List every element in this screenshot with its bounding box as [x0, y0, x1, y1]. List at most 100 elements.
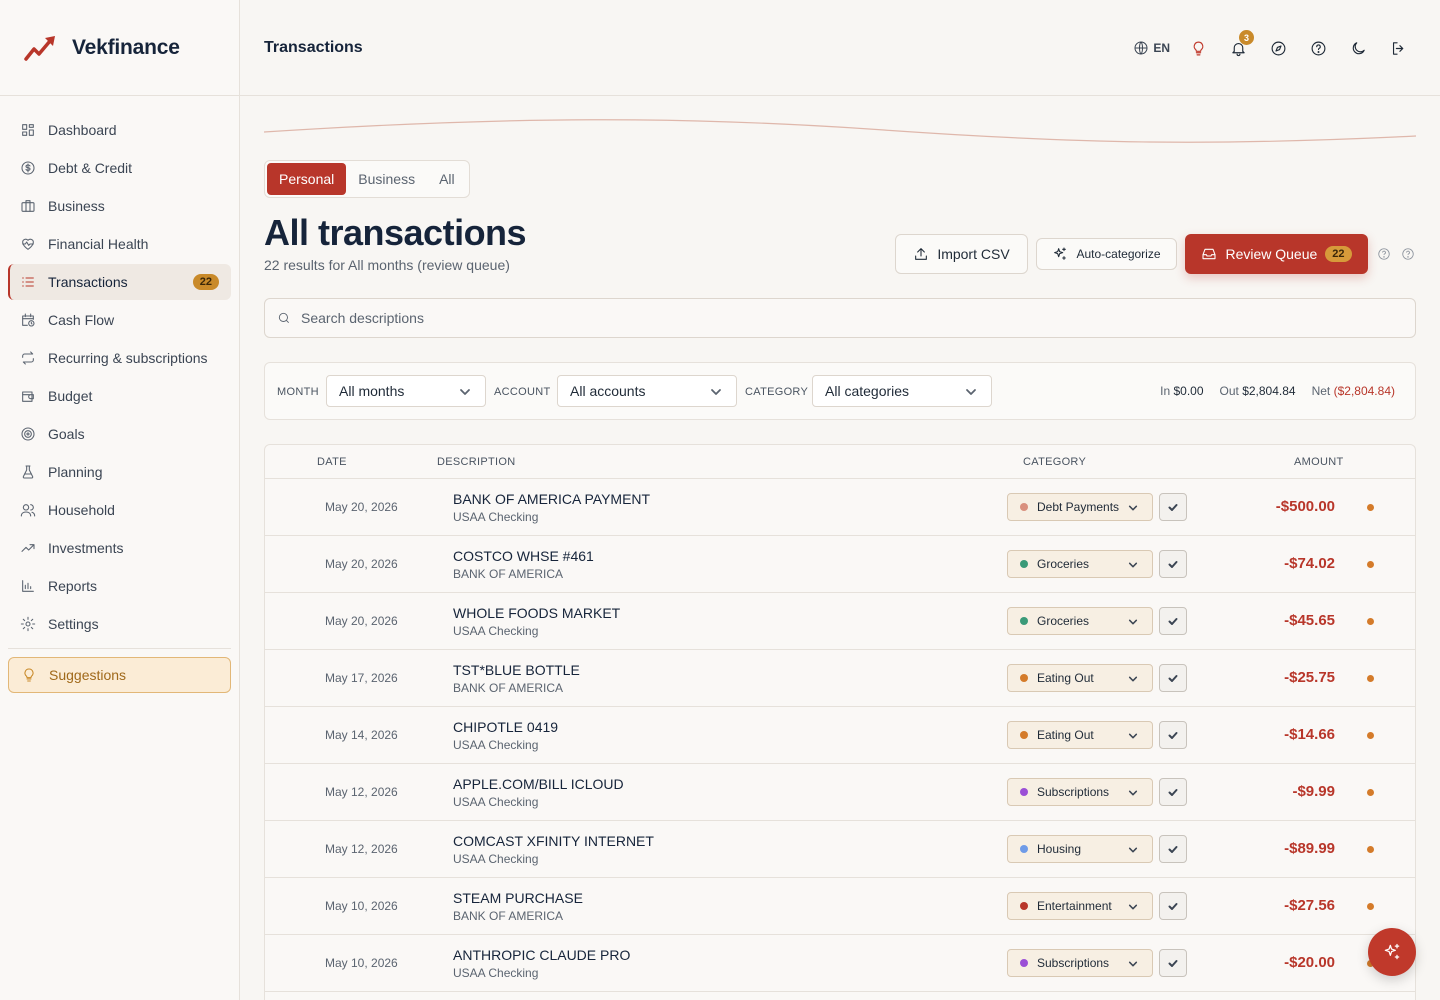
table-row[interactable]: May 20, 2026 BANK OF AMERICA PAYMENT USAA … [265, 479, 1415, 536]
approve-category-button[interactable] [1159, 835, 1187, 863]
account-select[interactable]: All accounts [557, 375, 737, 407]
category-select-value: Groceries [1037, 614, 1090, 628]
transaction-description: COSTCO WHSE #461 [453, 548, 594, 564]
check-icon [1168, 960, 1178, 967]
category-select[interactable]: Entertainment [1007, 892, 1153, 920]
review-help-button[interactable] [1377, 247, 1391, 261]
transaction-amount: -$74.02 [1284, 555, 1335, 572]
category-select[interactable]: Groceries [1007, 607, 1153, 635]
sidebar-item-settings[interactable]: Settings [8, 606, 231, 642]
calendar-clock-icon [20, 312, 36, 328]
page-help-button[interactable] [1401, 247, 1415, 261]
category-select-value: Debt Payments [1037, 500, 1120, 514]
transaction-account: USAA Checking [453, 966, 539, 980]
approve-category-button[interactable] [1159, 607, 1187, 635]
category-select[interactable]: Debt Payments [1007, 493, 1153, 521]
column-header-category[interactable]: CATEGORY [1023, 456, 1086, 468]
table-row[interactable]: May 17, 2026 TST*BLUE BOTTLE BANK OF AMERI… [265, 650, 1415, 707]
sidebar-item-debt-credit[interactable]: Debt & Credit [8, 150, 231, 186]
approve-category-button[interactable] [1159, 892, 1187, 920]
language-code: EN [1153, 41, 1170, 55]
table-row[interactable]: May 10, 2026 STEAM PURCHASE BANK OF AMERIC… [265, 878, 1415, 935]
approve-category-button[interactable] [1159, 721, 1187, 749]
tab-personal[interactable]: Personal [267, 163, 347, 195]
notifications-button[interactable]: 3 [1226, 30, 1254, 60]
search-input[interactable] [301, 310, 1301, 326]
chevron-down-icon [711, 389, 721, 395]
sidebar-item-budget[interactable]: Budget [8, 378, 231, 414]
category-select[interactable]: Housing [1007, 835, 1153, 863]
sidebar-item-label: Goals [48, 426, 85, 442]
auto-categorize-button[interactable]: Auto-categorize [1036, 238, 1177, 270]
theme-toggle-button[interactable] [1346, 36, 1370, 60]
column-header-amount[interactable]: AMOUNT [1294, 456, 1343, 468]
sidebar-item-cash-flow[interactable]: Cash Flow [8, 302, 231, 338]
sidebar-item-dashboard[interactable]: Dashboard [8, 112, 231, 148]
table-row[interactable]: May 20, 2026 COSTCO WHSE #461 BANK OF AMER… [265, 536, 1415, 593]
category-select[interactable]: Subscriptions [1007, 949, 1153, 977]
category-filter-label: CATEGORY [745, 386, 809, 398]
sidebar-item-goals[interactable]: Goals [8, 416, 231, 452]
category-select-value: All categories [825, 383, 910, 399]
approve-category-button[interactable] [1159, 550, 1187, 578]
assistant-fab-button[interactable] [1368, 928, 1416, 976]
lightbulb-icon [21, 667, 37, 683]
tab-business[interactable]: Business [346, 163, 427, 195]
transaction-account: BANK OF AMERICA [453, 567, 564, 581]
sidebar-item-business[interactable]: Business [8, 188, 231, 224]
table-row[interactable]: May 20, 2026 WHOLE FOODS MARKET USAA Check… [265, 593, 1415, 650]
help-button[interactable] [1306, 36, 1330, 60]
category-color-dot [1020, 959, 1028, 967]
category-select[interactable]: Subscriptions [1007, 778, 1153, 806]
brand[interactable]: Vekfinance [0, 0, 239, 96]
approve-category-button[interactable] [1159, 778, 1187, 806]
sidebar-item-recurring-subscriptions[interactable]: Recurring & subscriptions [8, 340, 231, 376]
category-select[interactable]: Eating Out [1007, 721, 1153, 749]
table-row[interactable]: May 12, 2026 COMCAST XFINITY INTERNET USAA… [265, 821, 1415, 878]
category-select[interactable]: Groceries [1007, 550, 1153, 578]
logout-button[interactable] [1386, 36, 1410, 60]
approve-category-button[interactable] [1159, 949, 1187, 977]
logo-icon [24, 35, 55, 61]
sidebar-divider [8, 648, 231, 649]
lightbulb-icon [1193, 41, 1203, 55]
needs-review-dot [1367, 789, 1374, 796]
review-queue-button[interactable]: Review Queue 22 [1185, 234, 1368, 274]
table-row[interactable]: May 10, 2026 ANTHROPIC CLAUDE PRO USAA Che… [265, 935, 1415, 992]
sidebar-item-reports[interactable]: Reports [8, 568, 231, 604]
category-select[interactable]: All categories [812, 375, 992, 407]
month-filter-label: MONTH [277, 386, 319, 398]
total-net: Net ($2,804.84) [1311, 384, 1395, 398]
sidebar-item-label: Investments [48, 540, 124, 556]
column-header-description[interactable]: DESCRIPTION [437, 456, 515, 468]
chevron-down-icon [1128, 847, 1138, 853]
needs-review-dot [1367, 903, 1374, 910]
sidebar-item-investments[interactable]: Investments [8, 530, 231, 566]
approve-category-button[interactable] [1159, 493, 1187, 521]
table-row[interactable]: May 12, 2026 APPLE.COM/BILL ICLOUD USAA Ch… [265, 764, 1415, 821]
category-color-dot [1020, 617, 1028, 625]
approve-category-button[interactable] [1159, 664, 1187, 692]
sidebar-item-household[interactable]: Household [8, 492, 231, 528]
month-select[interactable]: All months [326, 375, 486, 407]
sidebar-item-transactions[interactable]: Transactions 22 [8, 264, 231, 300]
account-filter-label: ACCOUNT [494, 386, 551, 398]
sidebar-item-financial-health[interactable]: Financial Health [8, 226, 231, 262]
sidebar-item-label: Budget [48, 388, 93, 404]
suggestions-button[interactable]: Suggestions [8, 657, 231, 693]
language-switcher[interactable]: EN [1133, 40, 1170, 56]
tips-button[interactable] [1186, 36, 1210, 60]
table-row[interactable]: May 14, 2026 CHIPOTLE 0419 USAA Checking Ea… [265, 707, 1415, 764]
users-icon [20, 502, 36, 518]
explore-button[interactable] [1266, 36, 1290, 60]
category-select[interactable]: Eating Out [1007, 664, 1153, 692]
category-select-value: Entertainment [1037, 899, 1112, 913]
sidebar-nav: Dashboard Debt & Credit Business Financial … [0, 96, 239, 693]
sidebar-item-planning[interactable]: Planning [8, 454, 231, 490]
transaction-date: May 20, 2026 [325, 557, 398, 571]
category-color-dot [1020, 560, 1028, 568]
transaction-account: USAA Checking [453, 852, 539, 866]
column-header-date[interactable]: DATE [317, 456, 347, 468]
import-csv-button[interactable]: Import CSV [895, 234, 1028, 274]
tab-all[interactable]: All [427, 163, 467, 195]
